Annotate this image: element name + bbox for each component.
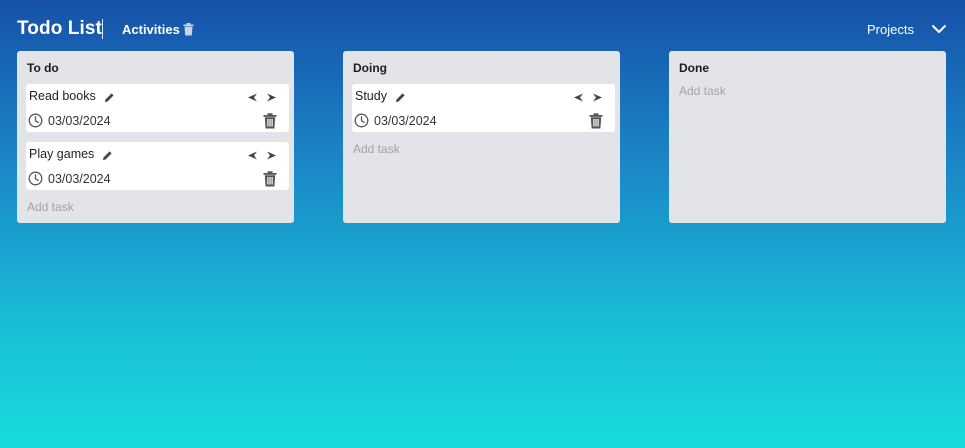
pencil-icon[interactable]	[395, 90, 406, 102]
clock-icon	[28, 113, 43, 128]
column-done: Done Add task	[669, 51, 946, 223]
add-task-input[interactable]: Add task	[353, 142, 400, 156]
chevron-down-icon[interactable]	[931, 22, 947, 36]
arrow-left-icon[interactable]	[247, 90, 258, 102]
task-date: 03/03/2024	[374, 114, 437, 128]
column-title: Doing	[353, 61, 387, 75]
add-task-input[interactable]: Add task	[679, 84, 726, 98]
add-task-input[interactable]: Add task	[27, 200, 74, 214]
task-name: Read books	[29, 89, 96, 103]
task-date: 03/03/2024	[48, 114, 111, 128]
arrow-right-icon[interactable]	[266, 90, 277, 102]
title-divider	[102, 19, 103, 39]
clock-icon	[28, 171, 43, 186]
arrow-right-icon[interactable]	[266, 148, 277, 160]
column-doing: Doing Study 03/03/2024 Add task	[343, 51, 620, 223]
clock-icon	[354, 113, 369, 128]
pencil-icon[interactable]	[104, 90, 115, 102]
column-title: To do	[27, 61, 59, 75]
column-todo: To do Read books 03/03/2024 Play games 0…	[17, 51, 294, 223]
app-title: Todo List	[17, 18, 102, 39]
trash-icon[interactable]	[263, 113, 277, 129]
trash-icon[interactable]	[589, 113, 603, 129]
column-title: Done	[679, 61, 709, 75]
task-date: 03/03/2024	[48, 172, 111, 186]
arrow-left-icon[interactable]	[573, 90, 584, 102]
pencil-icon[interactable]	[102, 148, 113, 160]
task-name: Study	[355, 89, 387, 103]
arrow-left-icon[interactable]	[247, 148, 258, 160]
task-name: Play games	[29, 147, 95, 161]
delete-board-trash-icon[interactable]	[183, 23, 194, 36]
projects-menu-label[interactable]: Projects	[867, 22, 914, 37]
task-card[interactable]: Read books 03/03/2024	[26, 84, 289, 132]
task-card[interactable]: Play games 03/03/2024	[26, 142, 289, 190]
trash-icon[interactable]	[263, 171, 277, 187]
board-name[interactable]: Activities	[122, 22, 180, 37]
arrow-right-icon[interactable]	[592, 90, 603, 102]
task-card[interactable]: Study 03/03/2024	[352, 84, 615, 132]
